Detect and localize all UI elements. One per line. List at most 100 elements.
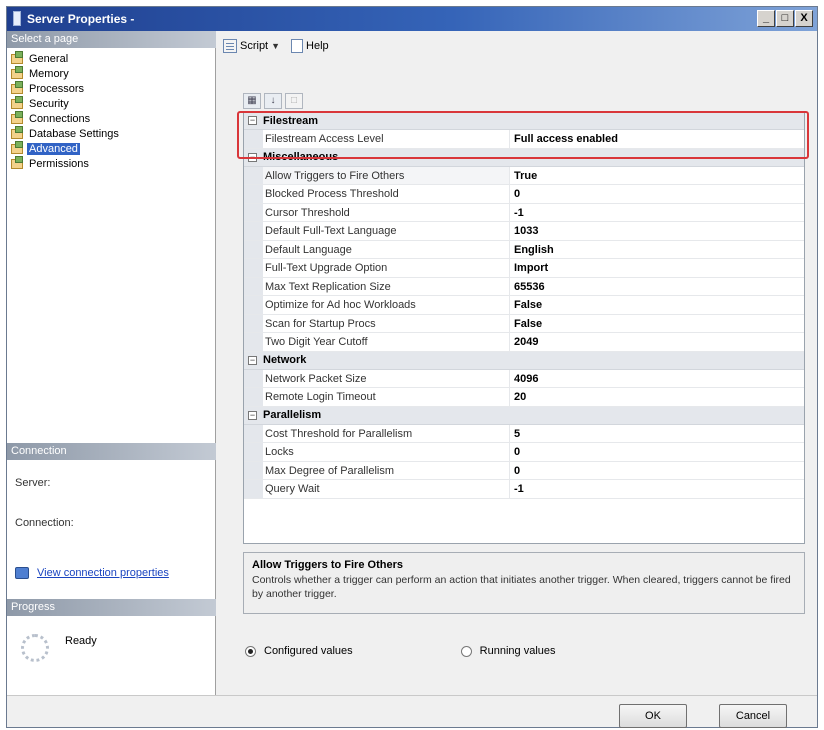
property-row[interactable]: Scan for Startup Procs False [244, 314, 804, 333]
property-name: Default Full-Text Language [263, 222, 510, 240]
property-value[interactable]: 2049 [510, 333, 804, 351]
property-row[interactable]: Query Wait -1 [244, 480, 804, 499]
page-item-permissions[interactable]: Permissions [11, 155, 121, 171]
page-item-memory[interactable]: Memory [11, 65, 121, 81]
configured-values-label: Configured values [264, 645, 353, 657]
page-item-label: General [29, 52, 69, 65]
page-item-database-settings[interactable]: Database Settings [11, 125, 121, 141]
property-row[interactable]: Optimize for Ad hoc Workloads False [244, 296, 804, 315]
page-item-label: Connections [29, 112, 91, 125]
property-name: Allow Triggers to Fire Others [263, 166, 510, 184]
collapse-icon[interactable]: − [248, 410, 257, 420]
help-button[interactable]: Help [291, 39, 329, 53]
property-row[interactable]: Max Degree of Parallelism 0 [244, 461, 804, 480]
category-parallelism[interactable]: − Parallelism [244, 406, 804, 425]
property-value[interactable]: 0 [510, 462, 804, 480]
property-value[interactable]: -1 [510, 480, 804, 498]
property-row[interactable]: Full-Text Upgrade Option Import [244, 259, 804, 278]
property-row[interactable]: Network Packet Size 4096 [244, 369, 804, 388]
configured-values-option[interactable]: Configured values [245, 645, 353, 657]
property-row[interactable]: Blocked Process Threshold 0 [244, 185, 804, 204]
collapse-icon[interactable]: − [248, 116, 257, 125]
view-connection-link[interactable]: View connection properties [37, 567, 169, 579]
property-row[interactable]: Filestream Access Level Full access enabl… [244, 130, 804, 149]
chevron-down-icon[interactable]: ▼ [271, 41, 280, 51]
ok-button[interactable]: OK [619, 704, 687, 728]
server-label: Server: [15, 477, 51, 489]
page-icon [11, 80, 23, 94]
script-button[interactable]: Script ▼ [223, 39, 283, 53]
category-miscellaneous[interactable]: − Miscellaneous [244, 148, 804, 167]
property-pages-icon[interactable]: □ [285, 93, 303, 109]
script-label: Script [240, 40, 269, 52]
property-value[interactable]: 20 [510, 388, 804, 406]
page-icon [11, 65, 23, 79]
property-value[interactable]: 5 [510, 425, 804, 443]
property-row[interactable]: Two Digit Year Cutoff 2049 [244, 333, 804, 352]
categorized-icon[interactable]: ▦ [243, 93, 261, 109]
category-name: Network [263, 354, 307, 366]
property-row[interactable]: Locks 0 [244, 443, 804, 462]
property-value[interactable]: True [510, 167, 804, 185]
page-item-general[interactable]: General [11, 50, 121, 66]
collapse-icon[interactable]: − [248, 152, 257, 162]
property-row[interactable]: Max Text Replication Size 65536 [244, 277, 804, 296]
property-value[interactable]: 0 [510, 443, 804, 461]
row-gutter [244, 277, 263, 295]
sort-alphabetical-icon[interactable]: ↓ [264, 93, 282, 109]
category-network[interactable]: − Network [244, 351, 804, 370]
cancel-button[interactable]: Cancel [719, 704, 787, 728]
connection-icon [15, 567, 29, 579]
row-gutter [244, 130, 263, 148]
property-name: Query Wait [263, 480, 510, 498]
property-value[interactable]: 0 [510, 185, 804, 203]
property-row[interactable]: Remote Login Timeout 20 [244, 388, 804, 407]
property-value[interactable]: 65536 [510, 278, 804, 296]
property-name: Full-Text Upgrade Option [263, 259, 510, 277]
view-connection-properties[interactable]: View connection properties [15, 567, 169, 579]
running-values-option[interactable]: Running values [460, 645, 556, 657]
connection-label: Connection: [15, 517, 74, 529]
title-buttons: _ □ X [757, 10, 813, 27]
running-values-radio[interactable] [460, 645, 472, 657]
row-gutter [244, 461, 263, 479]
property-row[interactable]: Allow Triggers to Fire Others True [244, 166, 804, 185]
row-gutter [244, 185, 263, 203]
property-value[interactable]: English [510, 241, 804, 259]
page-item-label: Processors [29, 82, 85, 95]
property-value[interactable]: 1033 [510, 222, 804, 240]
property-value[interactable]: 4096 [510, 370, 804, 388]
row-gutter [244, 424, 263, 442]
close-button[interactable]: X [795, 10, 813, 27]
property-name: Default Language [263, 240, 510, 258]
page-item-security[interactable]: Security [11, 95, 121, 111]
help-icon [291, 39, 304, 53]
page-item-processors[interactable]: Processors [11, 80, 121, 96]
collapse-icon[interactable]: − [248, 355, 257, 365]
toolbar: Script ▼ Help [223, 39, 337, 53]
page-item-connections[interactable]: Connections [11, 110, 121, 126]
minimize-button[interactable]: _ [757, 10, 775, 27]
property-row[interactable]: Cursor Threshold -1 [244, 203, 804, 222]
running-values-label: Running values [479, 645, 556, 657]
row-gutter [244, 259, 263, 277]
category-filestream[interactable]: − Filestream [244, 112, 804, 130]
property-value[interactable]: Full access enabled [510, 130, 804, 148]
property-name: Locks [263, 443, 510, 461]
property-row[interactable]: Cost Threshold for Parallelism 5 [244, 424, 804, 443]
property-value[interactable]: False [510, 315, 804, 333]
select-page-header: Select a page [7, 31, 216, 48]
property-value[interactable]: -1 [510, 204, 804, 222]
maximize-button[interactable]: □ [776, 10, 794, 27]
configured-values-radio[interactable] [245, 645, 256, 657]
progress-status: Ready [65, 635, 97, 647]
property-value[interactable]: False [510, 296, 804, 314]
property-value[interactable]: Import [510, 259, 804, 277]
value-mode-radios: Configured values Running values [245, 645, 664, 657]
property-row[interactable]: Default Full-Text Language 1033 [244, 222, 804, 241]
row-gutter [244, 369, 263, 387]
property-row[interactable]: Default Language English [244, 240, 804, 259]
property-name: Scan for Startup Procs [263, 314, 510, 332]
title-bar[interactable]: Server Properties - _ □ X [7, 7, 817, 31]
page-item-advanced[interactable]: Advanced [11, 140, 121, 156]
